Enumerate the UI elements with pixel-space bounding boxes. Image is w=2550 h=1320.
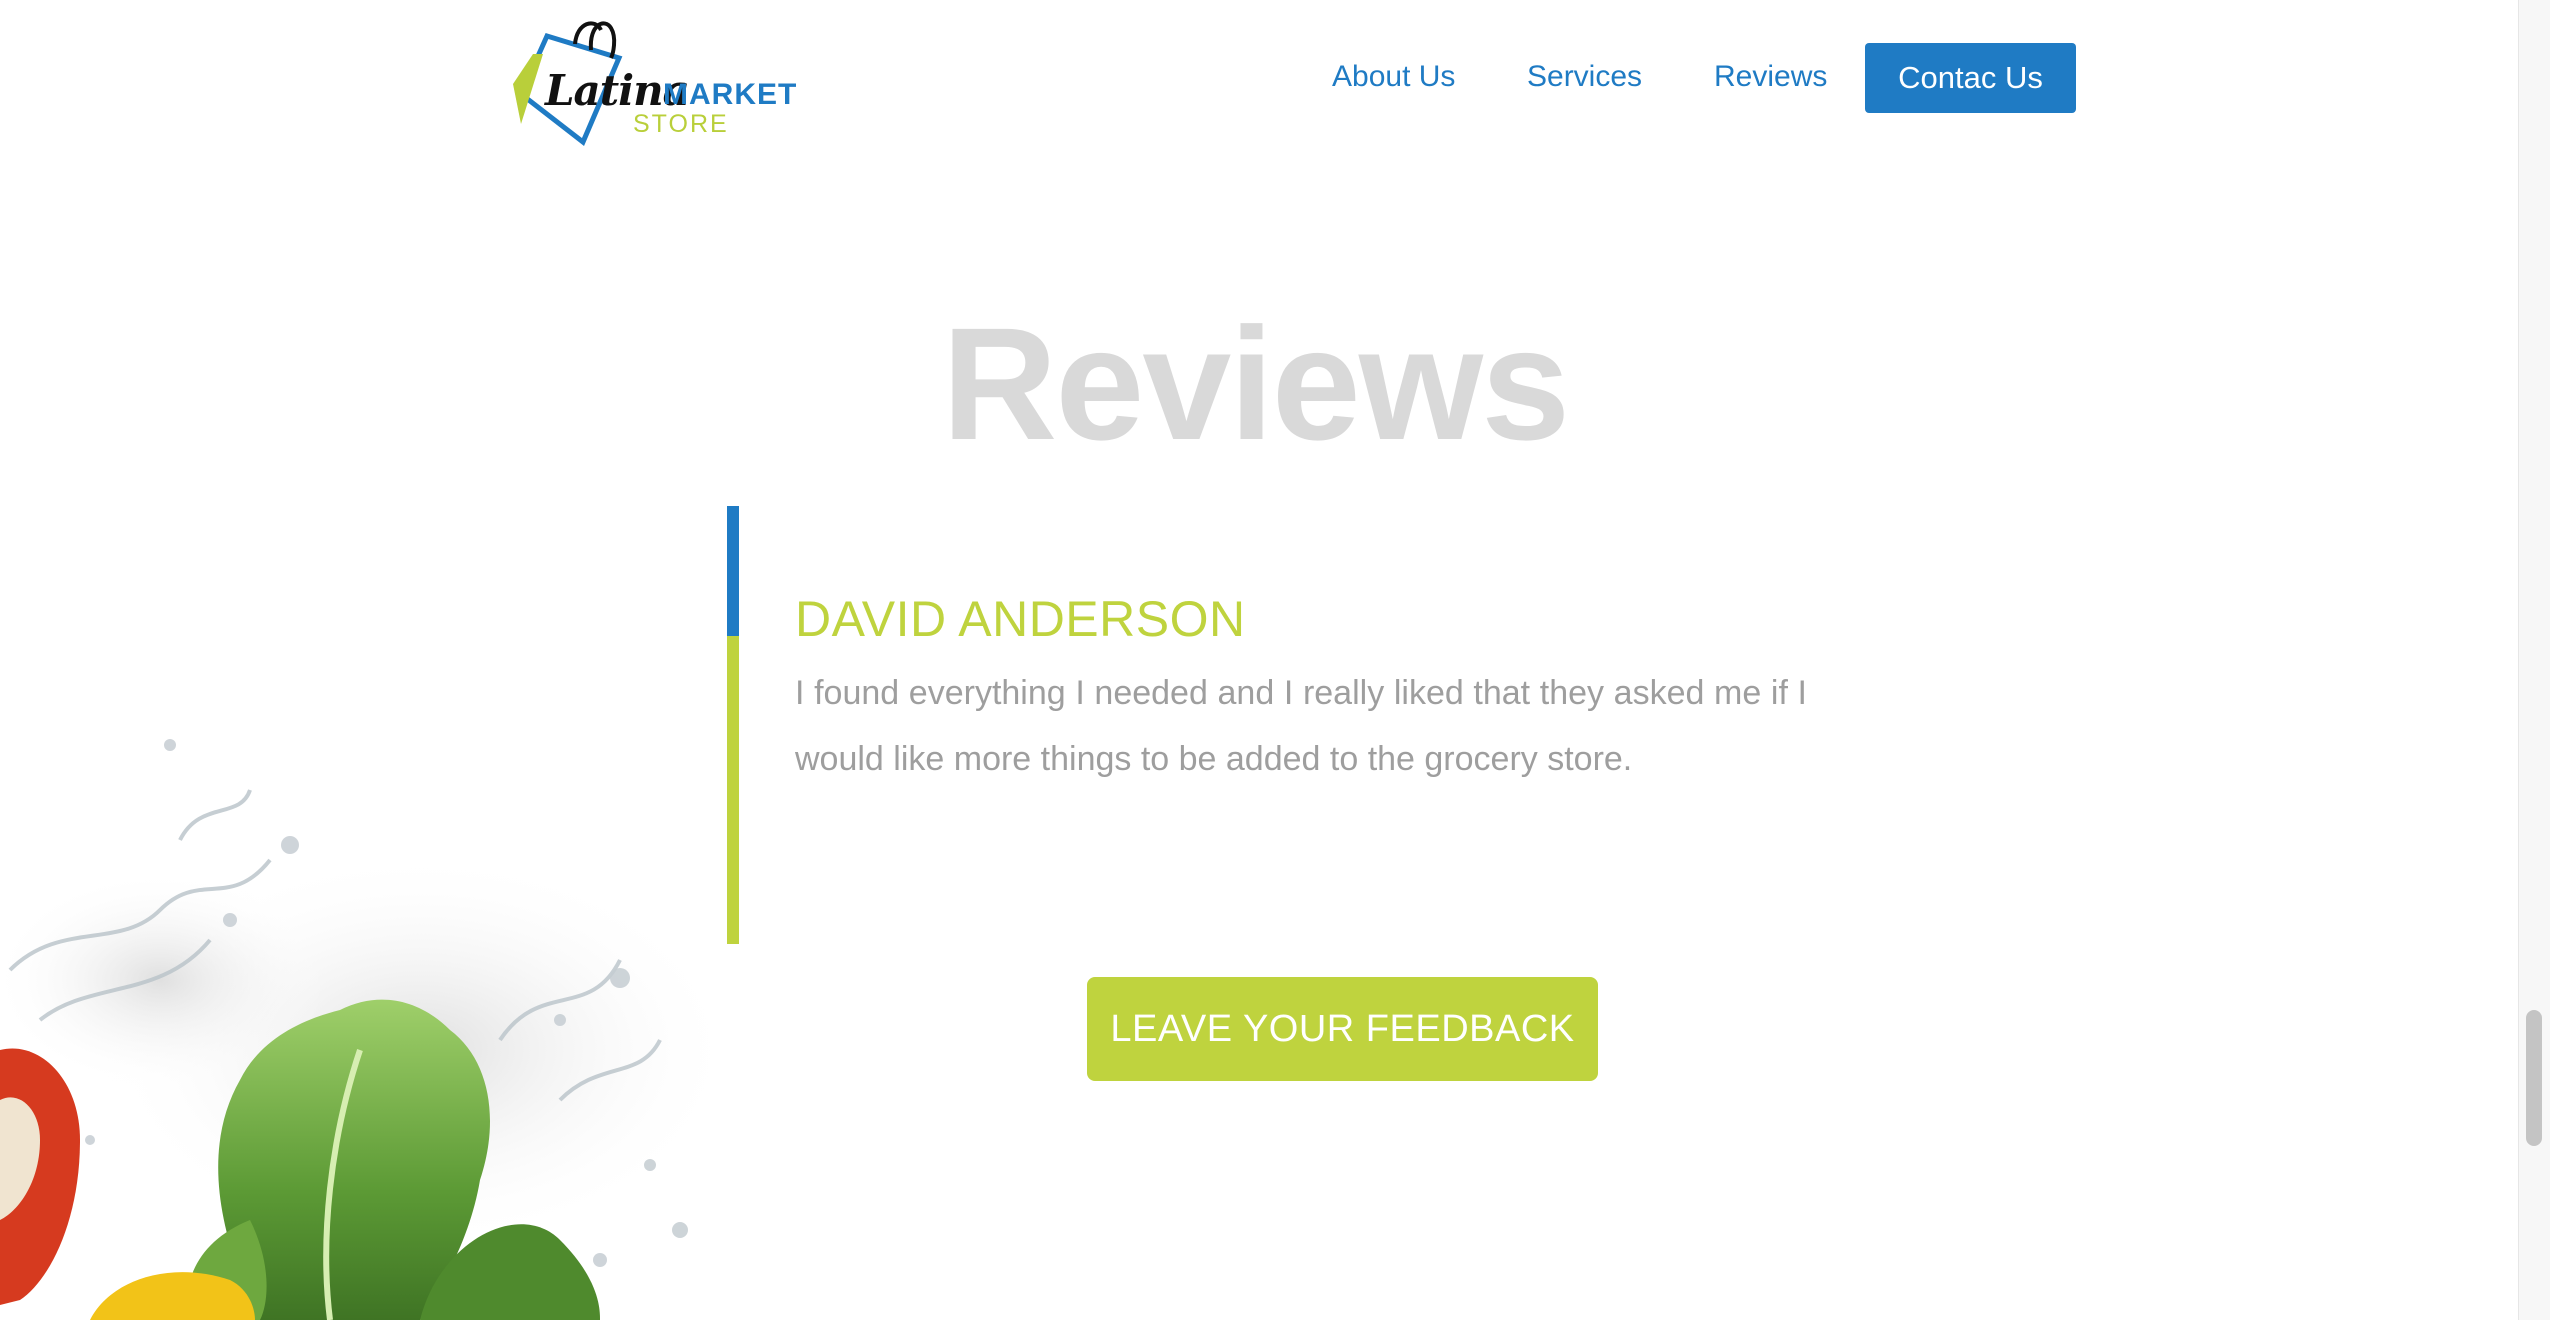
scrollbar-thumb[interactable] [2526, 1010, 2542, 1146]
leave-feedback-button[interactable]: LEAVE YOUR FEEDBACK [1087, 977, 1598, 1081]
contact-us-button[interactable]: Contac Us [1865, 43, 2076, 113]
logo-store-text: STORE [633, 110, 729, 138]
nav-services[interactable]: Services [1527, 60, 1642, 94]
review-accent-bar-green [727, 636, 739, 944]
nav-about-us[interactable]: About Us [1332, 60, 1455, 94]
reviewer-name: DAVID ANDERSON [795, 591, 1246, 647]
nav-reviews[interactable]: Reviews [1714, 60, 1827, 94]
logo-market-text: MARKET [663, 78, 798, 111]
review-accent-bar-blue [727, 506, 739, 636]
reviews-section-title: Reviews [941, 294, 1570, 473]
review-text: I found everything I needed and I really… [795, 674, 1807, 778]
site-logo[interactable]: Latina MARKET STORE [503, 14, 796, 146]
vegetables-splash-image [0, 739, 740, 1320]
